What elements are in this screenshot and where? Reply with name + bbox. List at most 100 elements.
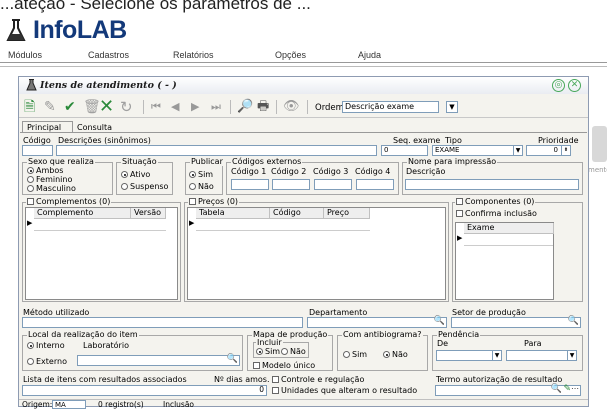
search-record-icon[interactable]: 🔎 — [237, 98, 253, 116]
prev-record-icon[interactable]: ◀ — [171, 98, 179, 116]
radio-icon — [27, 185, 34, 192]
nome-impressao-input[interactable] — [405, 179, 579, 190]
next-record-icon[interactable]: ▶ — [191, 98, 199, 116]
pendencia-para-dropdown-icon[interactable]: ▼ — [567, 351, 576, 360]
codigo-externo-3-input[interactable] — [314, 179, 352, 190]
col-preco[interactable]: Preço — [324, 208, 370, 219]
situacao-option-ativo[interactable]: Ativo — [121, 170, 150, 179]
antibiograma-title: Com antibiograma? — [342, 330, 423, 339]
search-icon[interactable]: 🔍 — [434, 316, 445, 326]
new-icon[interactable]: 🗎 — [24, 98, 35, 116]
codigo-externo-4-label: Código 4 — [355, 167, 391, 176]
tab-principal-label: Principal — [27, 123, 62, 132]
search-icon[interactable]: 🔍 — [227, 354, 238, 364]
col-tabela[interactable]: Tabela — [196, 208, 270, 219]
tipo-dropdown-icon[interactable]: ▼ — [513, 146, 522, 155]
situacao-option-suspenso[interactable]: Suspenso — [121, 182, 168, 191]
unidades-label: Unidades que alteram o resultado — [281, 386, 418, 395]
cancel-icon[interactable]: ✕ — [99, 98, 114, 116]
termo-input[interactable]: 🔍 ✎ ⋯ — [435, 384, 581, 396]
search-icon[interactable]: 🔍 — [551, 384, 562, 394]
checkbox-icon[interactable] — [456, 198, 463, 205]
close-window-icon[interactable]: ✕ — [568, 79, 581, 92]
sexo-option-ambos[interactable]: Ambos — [27, 166, 63, 175]
menu-opcoes[interactable]: Opções — [275, 50, 306, 60]
local-group-title: Local da realização do item — [27, 330, 139, 339]
pendencia-para-select[interactable]: ▼ — [506, 350, 577, 361]
metodo-input[interactable] — [22, 317, 303, 328]
controle-checkbox[interactable]: Controle e regulação — [272, 375, 364, 384]
tab-divider — [20, 132, 587, 133]
col-codigo[interactable]: Código — [270, 208, 324, 219]
codigo-input[interactable] — [22, 145, 53, 156]
local-externo-input[interactable]: 🔍 — [77, 354, 240, 366]
prioridade-spinner-icon[interactable]: ⬍ — [561, 146, 570, 155]
incluir-group: Incluir Sim Não — [253, 338, 309, 358]
complementos-grid[interactable]: Complemento Versão ▶ — [25, 207, 178, 300]
descricoes-input[interactable] — [56, 145, 377, 156]
incluir-option-nao[interactable]: Não — [281, 347, 306, 356]
menu-relatorios[interactable]: Relatórios — [173, 50, 214, 60]
codigo-externo-3-label: Código 3 — [313, 167, 349, 176]
local-option-externo[interactable]: Externo — [27, 357, 67, 366]
codigo-externo-2-input[interactable] — [272, 179, 310, 190]
col-exame[interactable]: Exame — [464, 223, 554, 234]
view-icon[interactable]: 👁 — [283, 98, 300, 116]
refresh-window-icon[interactable]: ◎ — [552, 79, 565, 92]
codigo-externo-4-input[interactable] — [356, 179, 394, 190]
pendencia-de-dropdown-icon[interactable]: ▼ — [492, 351, 501, 360]
local-option-interno[interactable]: Interno — [27, 341, 65, 350]
more-icon[interactable]: ⋯ — [571, 384, 579, 393]
menu-modulos[interactable]: Módulos — [8, 50, 42, 60]
antibiograma-option-sim[interactable]: Sim — [343, 350, 367, 359]
setor-input[interactable]: 🔍 — [451, 316, 581, 328]
edit-icon[interactable]: ✎ — [44, 98, 56, 116]
modelo-unico-checkbox[interactable]: Modelo único — [253, 361, 315, 370]
col-complemento[interactable]: Complemento — [34, 208, 131, 219]
sexo-option-feminino[interactable]: Feminino — [27, 175, 72, 184]
checkbox-icon[interactable] — [189, 198, 196, 205]
componentes-grid[interactable]: Exame ▶ — [455, 222, 554, 300]
pendencia-de-select[interactable]: ▼ — [436, 350, 502, 361]
incluir-option-sim[interactable]: Sim — [256, 347, 280, 356]
search-icon[interactable]: 🔍 — [568, 316, 579, 326]
origem-select[interactable]: MA — [52, 400, 86, 409]
departamento-input[interactable]: 🔍 — [307, 316, 447, 328]
complementos-title: Complementos (0) — [26, 197, 112, 206]
mapa-group: Mapa de produção Incluir Sim Não Modelo … — [247, 330, 333, 371]
checkbox-icon — [272, 376, 279, 383]
menu-ajuda[interactable]: Ajuda — [358, 50, 381, 60]
order-dropdown-button[interactable]: ▼ — [446, 101, 458, 113]
tipo-select[interactable]: EXAME ▼ — [432, 145, 523, 156]
codigo-externo-1-input[interactable] — [231, 179, 269, 190]
antibiograma-option-nao[interactable]: Não — [383, 350, 408, 359]
pendencia-group: Pendência De Para ▼ ▼ — [432, 330, 583, 371]
lista-input[interactable]: 0 — [22, 385, 267, 396]
publicar-option-sim[interactable]: Sim — [189, 170, 213, 179]
checkbox-icon[interactable] — [27, 198, 34, 205]
radio-icon — [27, 176, 34, 183]
situacao-group: Situação Ativo Suspenso — [116, 157, 173, 195]
publicar-option-nao[interactable]: Não — [189, 182, 214, 191]
complementos-title-label: Complementos (0) — [36, 197, 111, 206]
menu-cadastros[interactable]: Cadastros — [88, 50, 129, 60]
unidades-checkbox[interactable]: Unidades que alteram o resultado — [272, 386, 417, 395]
print-icon[interactable]: 🖶 — [257, 98, 269, 116]
prioridade-input[interactable]: 0 ⬍ — [526, 145, 571, 156]
edit-icon[interactable]: ✎ — [563, 384, 571, 394]
reload-icon[interactable]: ↻ — [120, 98, 133, 116]
checkbox-icon — [272, 387, 279, 394]
publicar-nao-label: Não — [198, 182, 214, 191]
grid-row-line — [196, 230, 370, 231]
sexo-option-masculino[interactable]: Masculino — [27, 184, 76, 193]
seq-exame-input[interactable]: 0 — [381, 145, 428, 156]
sexo-feminino-label: Feminino — [36, 175, 73, 184]
col-versao[interactable]: Versão — [131, 208, 166, 219]
last-record-icon[interactable]: ⏭ — [211, 98, 221, 116]
first-record-icon[interactable]: ⏮ — [151, 98, 161, 116]
precos-grid[interactable]: Tabela Código Preço ▶ — [187, 207, 446, 300]
confirma-inclusao-checkbox[interactable]: Confirma inclusão — [456, 209, 537, 218]
confirm-icon[interactable]: ✔ — [64, 98, 76, 116]
order-select[interactable]: Descrição exame — [342, 101, 439, 113]
controle-label: Controle e regulação — [281, 375, 365, 384]
